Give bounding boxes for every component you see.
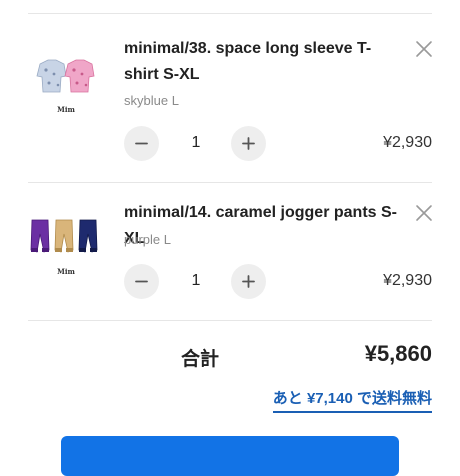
navy-pants-image — [78, 219, 98, 253]
product-image[interactable]: Mim — [28, 50, 104, 126]
product-name[interactable]: minimal/38. space long sleeve T-shirt S-… — [124, 36, 399, 88]
increase-quantity-button[interactable] — [231, 264, 266, 299]
remove-item-button[interactable] — [414, 203, 434, 223]
quantity-value: 1 — [191, 272, 201, 289]
summary-divider — [28, 320, 432, 321]
skyblue-shirt-image — [36, 59, 67, 93]
total-value: ¥5,860 — [364, 341, 432, 366]
free-shipping-link[interactable]: あと ¥7,140 で送料無料 — [272, 387, 432, 413]
product-image[interactable]: Mim — [28, 212, 104, 288]
close-icon — [416, 41, 432, 57]
decrease-quantity-button[interactable] — [124, 264, 159, 299]
top-divider — [28, 13, 432, 14]
item-divider — [28, 182, 432, 183]
quantity-value: 1 — [191, 134, 201, 151]
minus-icon — [135, 142, 148, 145]
item-price: ¥2,930 — [383, 272, 432, 289]
close-icon — [416, 205, 432, 221]
brand-logo: Mim — [57, 267, 75, 276]
checkout-button[interactable] — [61, 436, 399, 476]
plus-icon — [242, 275, 255, 288]
remove-item-button[interactable] — [414, 39, 434, 59]
total-label: 合計 — [181, 349, 220, 370]
product-variant: purple L — [124, 232, 171, 247]
pink-shirt-image — [64, 59, 95, 93]
caramel-pants-image — [54, 219, 74, 253]
minus-icon — [135, 280, 148, 283]
decrease-quantity-button[interactable] — [124, 126, 159, 161]
item-price: ¥2,930 — [383, 134, 432, 151]
increase-quantity-button[interactable] — [231, 126, 266, 161]
brand-logo: Mim — [57, 105, 75, 114]
purple-pants-image — [30, 219, 50, 253]
plus-icon — [242, 137, 255, 150]
product-variant: skyblue L — [124, 93, 179, 108]
